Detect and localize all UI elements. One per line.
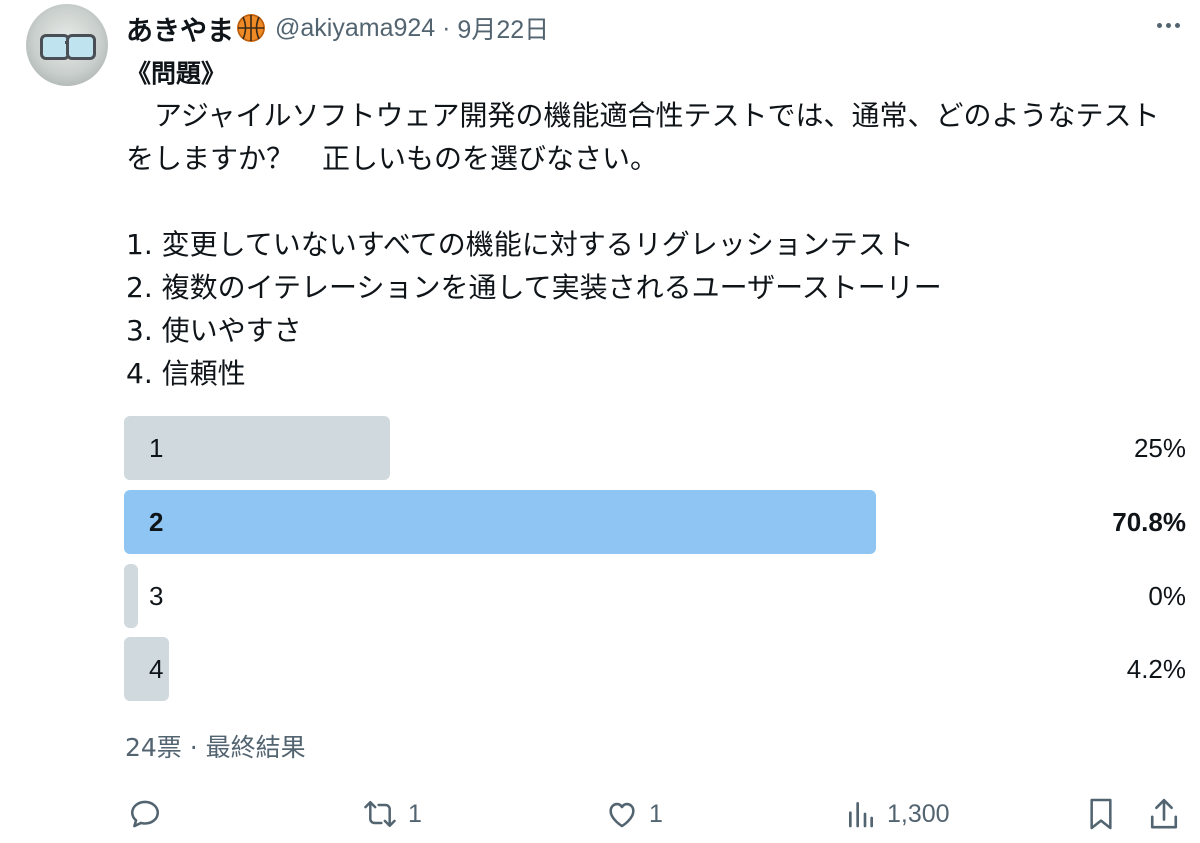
like-button[interactable]: 1 — [605, 790, 663, 838]
like-icon — [609, 802, 635, 828]
poll-bar — [124, 416, 390, 480]
reply-icon — [130, 800, 160, 828]
poll-option-percent: 70.8% — [1112, 507, 1186, 537]
repost-count: 1 — [408, 799, 422, 828]
poll-option-label: 1 — [149, 433, 164, 463]
views-icon — [849, 802, 873, 828]
display-name[interactable]: あきやま — [126, 9, 234, 48]
bookmark-button[interactable] — [1085, 790, 1117, 838]
share-button[interactable] — [1147, 790, 1181, 838]
post-body: アジャイルソフトウェア開発の機能適合性テストでは、通常、どのようなテストをします… — [126, 99, 1160, 390]
poll-option-percent: 4.2% — [1126, 654, 1186, 684]
user-handle[interactable]: @akiyama924 — [275, 14, 435, 43]
avatar[interactable] — [26, 4, 108, 86]
poll-option-label: 4 — [149, 654, 164, 684]
poll-option: 2 70.8% — [124, 490, 1186, 554]
post-header: あきやま @akiyama924 · 9月22日 — [126, 8, 549, 48]
poll-option: 4 4.2% — [124, 637, 1186, 701]
bookmark-icon — [1090, 798, 1112, 830]
action-bar: 1 1 1,300 — [0, 790, 1200, 838]
poll-option-percent: 25% — [1133, 433, 1186, 463]
post-title: 《問題》 — [126, 59, 227, 88]
share-icon — [1150, 798, 1178, 829]
repost-icon — [364, 800, 396, 828]
views-count: 1,300 — [887, 799, 950, 828]
poll-option-percent: 0% — [1148, 581, 1186, 611]
poll-bar — [124, 490, 876, 554]
avatar-face — [40, 34, 96, 64]
poll-option-label: 2 — [149, 507, 164, 537]
poll-bar — [124, 564, 138, 628]
basketball-icon — [237, 14, 265, 42]
separator-dot: · — [442, 13, 451, 42]
post-text: 《問題》 アジャイルソフトウェア開発の機能適合性テストでは、通常、どのようなテス… — [126, 54, 1186, 395]
poll-option-label: 3 — [149, 581, 164, 611]
poll-option: 3 0% — [124, 564, 1186, 628]
reply-button[interactable] — [128, 790, 172, 838]
more-icon[interactable] — [1148, 10, 1188, 40]
poll-option: 1 25% — [124, 416, 1186, 480]
like-count: 1 — [649, 799, 663, 828]
repost-button[interactable]: 1 — [362, 790, 422, 838]
post-date[interactable]: 9月22日 — [457, 10, 549, 46]
views-button[interactable]: 1,300 — [845, 790, 950, 838]
poll-meta: 24票 · 最終結果 — [125, 733, 306, 762]
